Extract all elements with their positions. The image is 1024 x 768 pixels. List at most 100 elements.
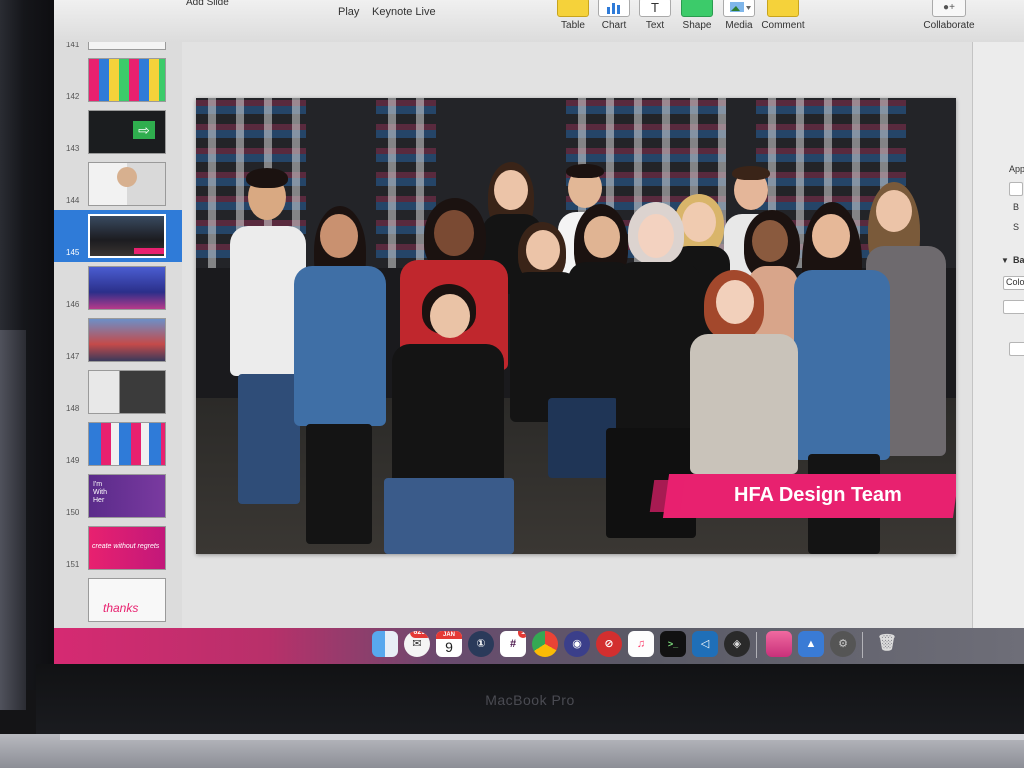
slide-caption[interactable]: HFA Design Team <box>734 484 902 507</box>
thumbnail-image: I'm With Her <box>88 474 166 518</box>
1password-icon[interactable]: ① <box>468 631 494 657</box>
shape-icon <box>681 0 713 17</box>
slide-number: 148 <box>66 404 80 413</box>
slide-number: 144 <box>66 196 80 205</box>
table-label: Table <box>561 20 585 31</box>
thumbnail-image <box>88 422 166 466</box>
screen: Add Slide Play Keynote Live Table Chart … <box>54 0 1024 664</box>
disclosure-triangle-icon[interactable]: ▼ <box>1001 256 1009 265</box>
slide-thumb-147[interactable]: 147 <box>54 314 182 366</box>
system-preferences-icon[interactable]: ⚙ <box>830 631 856 657</box>
table-icon <box>557 0 589 17</box>
slide-number: 150 <box>66 508 80 517</box>
laptop-chin: MacBook Pro <box>36 664 1024 734</box>
thumbnail-image <box>88 162 166 206</box>
thumbnail-image <box>88 370 166 414</box>
media-label: Media <box>725 20 753 31</box>
text-label: Text <box>645 20 665 31</box>
inspector-button[interactable] <box>1009 342 1024 356</box>
dock-separator <box>862 632 863 658</box>
slide-number: 145 <box>66 248 80 257</box>
thumbnail-image: create without regrets <box>88 526 166 570</box>
format-inspector: App B S ▼ Ba Colo <box>972 42 1024 628</box>
slide-number: 147 <box>66 352 80 361</box>
thumbnail-image: ⇨ <box>88 110 166 154</box>
thumbnail-image <box>88 58 166 102</box>
portrait-face <box>117 167 137 187</box>
slide-thumb-142[interactable]: 142 <box>54 54 182 106</box>
comment-button[interactable]: Comment <box>760 0 806 42</box>
slide-number: 143 <box>66 144 80 153</box>
inspector-checkbox[interactable] <box>1009 182 1023 196</box>
media-button[interactable]: Media <box>716 0 762 42</box>
shape-button[interactable]: Shape <box>674 0 720 42</box>
laptop-bezel-left <box>0 0 60 710</box>
comment-icon <box>767 0 799 17</box>
slide-number: 141 <box>66 42 80 49</box>
inspector-text: B <box>1013 202 1020 212</box>
trash-icon[interactable]: 🗑 <box>874 631 900 657</box>
thumbnail-image <box>88 214 166 258</box>
thumbnail-text: I'm With Her <box>93 481 107 504</box>
thumbnail-image <box>88 42 166 50</box>
shape-label: Shape <box>682 20 712 31</box>
terminal-icon[interactable]: >_ <box>660 631 686 657</box>
slide-thumb-152[interactable]: thanks <box>54 574 182 626</box>
slide-thumb-146[interactable]: 146 <box>54 262 182 314</box>
thumbnail-text: create without regrets <box>92 543 160 550</box>
slide-number: 149 <box>66 456 80 465</box>
text-button[interactable]: T Text <box>632 0 678 42</box>
thumbnail-image <box>88 318 166 362</box>
preview-window-icon[interactable] <box>766 631 792 657</box>
play-button[interactable]: Play <box>338 6 359 18</box>
chrome-icon[interactable] <box>532 631 558 657</box>
inspector-popup[interactable]: Colo <box>1003 276 1024 290</box>
keynote-live-button[interactable]: Keynote Live <box>372 6 436 18</box>
blocked-app-icon[interactable]: ⊘ <box>596 631 622 657</box>
slack-badge: 1 <box>518 631 526 638</box>
inspector-field[interactable] <box>1003 300 1024 314</box>
slide-thumb-149[interactable]: 149 <box>54 418 182 470</box>
slide-canvas: HFA Design Team <box>182 42 972 628</box>
slide-thumb-143[interactable]: 143 ⇨ <box>54 106 182 158</box>
calendar-month: JAN <box>436 631 462 639</box>
table-button[interactable]: Table <box>550 0 596 42</box>
calendar-icon[interactable]: JAN 9 <box>436 631 462 657</box>
dock-separator <box>756 632 757 658</box>
add-slide-label[interactable]: Add Slide <box>186 0 229 8</box>
calendar-day: 9 <box>445 639 453 655</box>
keynote-icon[interactable]: ▲ <box>798 631 824 657</box>
thumbnail-image <box>88 266 166 310</box>
slide-thumb-148[interactable]: 148 <box>54 366 182 418</box>
media-icon <box>723 0 755 17</box>
browser-icon[interactable]: ◉ <box>564 631 590 657</box>
chart-icon <box>598 0 630 17</box>
slide-thumb-145[interactable]: 145 <box>54 210 182 262</box>
caption-bar <box>134 248 164 254</box>
slack-icon[interactable]: # 1 <box>500 631 526 657</box>
collaborate-icon: ●+ <box>932 0 966 17</box>
inspector-text: App <box>1009 164 1024 174</box>
slide-navigator: 141 142 143 ⇨ 144 145 146 147 148 149 15… <box>54 42 183 628</box>
inspector-text: Colo <box>1006 277 1024 287</box>
current-slide[interactable]: HFA Design Team <box>196 98 956 554</box>
layers-app-icon[interactable]: ◈ <box>724 631 750 657</box>
collaborate-button[interactable]: ●+ Collaborate <box>914 0 984 42</box>
inspector-text: S <box>1013 222 1020 232</box>
music-icon[interactable]: ♫ <box>628 631 654 657</box>
vscode-icon[interactable]: ◁ <box>692 631 718 657</box>
comment-label: Comment <box>761 20 805 31</box>
macbook-pro-label: MacBook Pro <box>485 692 575 708</box>
chart-button[interactable]: Chart <box>591 0 637 42</box>
finder-icon[interactable] <box>372 631 398 657</box>
slide-thumb-141[interactable]: 141 <box>54 42 182 54</box>
slide-number: 142 <box>66 92 80 101</box>
mail-icon[interactable]: ✉ 6298 <box>404 631 430 657</box>
slide-thumb-150[interactable]: 150 I'm With Her <box>54 470 182 522</box>
slide-thumb-144[interactable]: 144 <box>54 158 182 210</box>
slide-thumb-151[interactable]: 151 create without regrets <box>54 522 182 574</box>
slide-number: 151 <box>66 560 80 569</box>
chart-label: Chart <box>601 20 627 31</box>
thumbnail-image: thanks <box>88 578 166 622</box>
text-icon: T <box>639 0 671 17</box>
